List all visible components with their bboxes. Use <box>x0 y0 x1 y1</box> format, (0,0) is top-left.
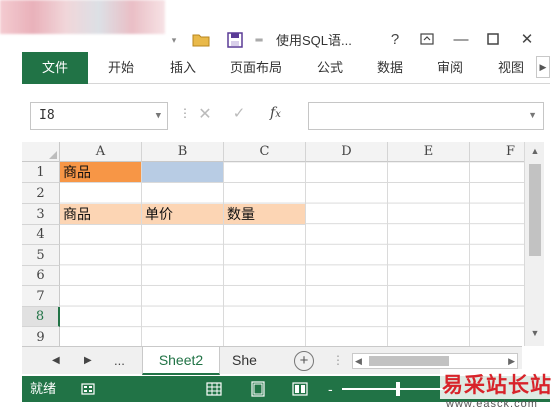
page-break-view-icon[interactable] <box>292 381 308 397</box>
maximize-icon[interactable] <box>478 27 508 51</box>
select-all-corner[interactable] <box>22 142 60 162</box>
row-header-2[interactable]: 2 <box>22 183 60 204</box>
row-header-5[interactable]: 5 <box>22 245 60 266</box>
watermark-logo: 易采站长站 <box>440 369 554 399</box>
page-layout-view-icon[interactable] <box>250 381 266 397</box>
row-header-6[interactable]: 6 <box>22 266 60 286</box>
scroll-down-icon[interactable]: ▼ <box>525 328 545 342</box>
grid-lines <box>60 162 524 346</box>
title-bar: ▾ ═ 使用SQL语... ? — ✕ <box>0 0 560 50</box>
status-ready: 就绪 <box>30 381 57 396</box>
worksheet-grid[interactable]: A B C D E F 1 2 3 4 5 6 7 8 9 商品 商品 单价 数… <box>22 142 524 346</box>
tab-split-grip-icon[interactable]: ⋮ <box>332 353 344 367</box>
cell-b3[interactable]: 单价 <box>142 204 224 225</box>
chevron-down-icon[interactable]: ▼ <box>156 103 161 129</box>
vertical-scroll-thumb[interactable] <box>529 164 541 256</box>
normal-view-icon[interactable] <box>206 381 222 397</box>
ribbon-display-icon[interactable] <box>412 27 442 51</box>
sheet-prev-icon[interactable]: ◀ <box>52 351 60 371</box>
insert-function-icon[interactable]: fx <box>270 105 281 121</box>
horizontal-scrollbar[interactable]: ◀ ▶ <box>352 353 518 369</box>
cell-a1[interactable]: 商品 <box>60 162 142 183</box>
horizontal-scroll-thumb[interactable] <box>369 356 449 366</box>
tab-review[interactable]: 审阅 <box>437 52 463 84</box>
watermark-url: www.easck.com <box>446 398 538 410</box>
column-header-e[interactable]: E <box>388 142 470 162</box>
row-header-3[interactable]: 3 <box>22 204 60 225</box>
customize-qa-icon[interactable]: ═ <box>252 30 266 50</box>
zoom-slider-thumb[interactable] <box>396 382 400 396</box>
qa-expand-icon[interactable]: ▾ <box>168 30 180 50</box>
formula-bar-grip-icon[interactable]: ⋮ <box>179 106 191 120</box>
help-button[interactable]: ? <box>380 27 410 51</box>
cancel-icon[interactable]: ✕ <box>194 104 216 126</box>
column-header-a[interactable]: A <box>60 142 142 162</box>
expand-formula-icon[interactable]: ▼ <box>528 110 537 120</box>
cell-a3[interactable]: 商品 <box>60 204 142 225</box>
zoom-out-button[interactable]: - <box>328 376 333 402</box>
document-title: 使用SQL语... <box>276 33 352 48</box>
tab-file[interactable]: 文件 <box>22 52 88 84</box>
column-header-b[interactable]: B <box>142 142 224 162</box>
zoom-slider-track[interactable] <box>342 388 446 390</box>
row-header-8[interactable]: 8 <box>22 307 60 327</box>
blurred-region <box>0 0 165 34</box>
close-button[interactable]: ✕ <box>512 27 542 51</box>
tab-view[interactable]: 视图 <box>498 52 524 84</box>
cell-b1[interactable] <box>142 162 224 183</box>
scroll-up-icon[interactable]: ▲ <box>525 146 545 160</box>
sheet-tab-other[interactable]: She <box>222 347 267 375</box>
column-header-d[interactable]: D <box>306 142 388 162</box>
enter-check-icon[interactable]: ✓ <box>228 104 250 126</box>
column-header-c[interactable]: C <box>224 142 306 162</box>
column-header-f[interactable]: F <box>470 142 524 162</box>
minimize-button[interactable]: — <box>446 27 476 51</box>
macro-record-icon[interactable] <box>80 381 96 397</box>
cell-c3[interactable]: 数量 <box>224 204 306 225</box>
vertical-scrollbar[interactable]: ▲ ▼ <box>524 142 544 346</box>
row-header-1[interactable]: 1 <box>22 162 60 183</box>
formula-input[interactable]: ▼ <box>308 102 544 130</box>
sheet-tab-active[interactable]: Sheet2 <box>142 347 220 375</box>
add-sheet-button[interactable]: + <box>294 351 314 371</box>
row-header-7[interactable]: 7 <box>22 286 60 307</box>
name-box-value: I8 <box>39 108 55 123</box>
name-box[interactable]: I8 ▼ <box>30 102 168 130</box>
tab-page-layout[interactable]: 页面布局 <box>230 52 282 84</box>
row-header-9[interactable]: 9 <box>22 327 60 346</box>
ribbon-scroll-right-icon[interactable]: ▶ <box>536 56 550 78</box>
tab-data[interactable]: 数据 <box>377 52 403 84</box>
open-folder-icon[interactable] <box>190 30 212 50</box>
formula-bar: I8 ▼ ⋮ ✕ ✓ fx ▼ <box>22 96 550 138</box>
scroll-left-icon[interactable]: ◀ <box>355 354 362 368</box>
tab-home[interactable]: 开始 <box>108 52 134 84</box>
ribbon-tabs: 文件 开始 插入 页面布局 公式 数据 审阅 视图 ▶ <box>22 52 550 84</box>
sheet-next-icon[interactable]: ▶ <box>84 351 92 371</box>
save-icon[interactable] <box>224 30 246 50</box>
sheet-more-button[interactable]: ... <box>114 351 125 371</box>
tab-formulas[interactable]: 公式 <box>317 52 343 84</box>
scroll-right-icon[interactable]: ▶ <box>508 354 515 368</box>
row-header-4[interactable]: 4 <box>22 225 60 245</box>
tab-insert[interactable]: 插入 <box>170 52 196 84</box>
